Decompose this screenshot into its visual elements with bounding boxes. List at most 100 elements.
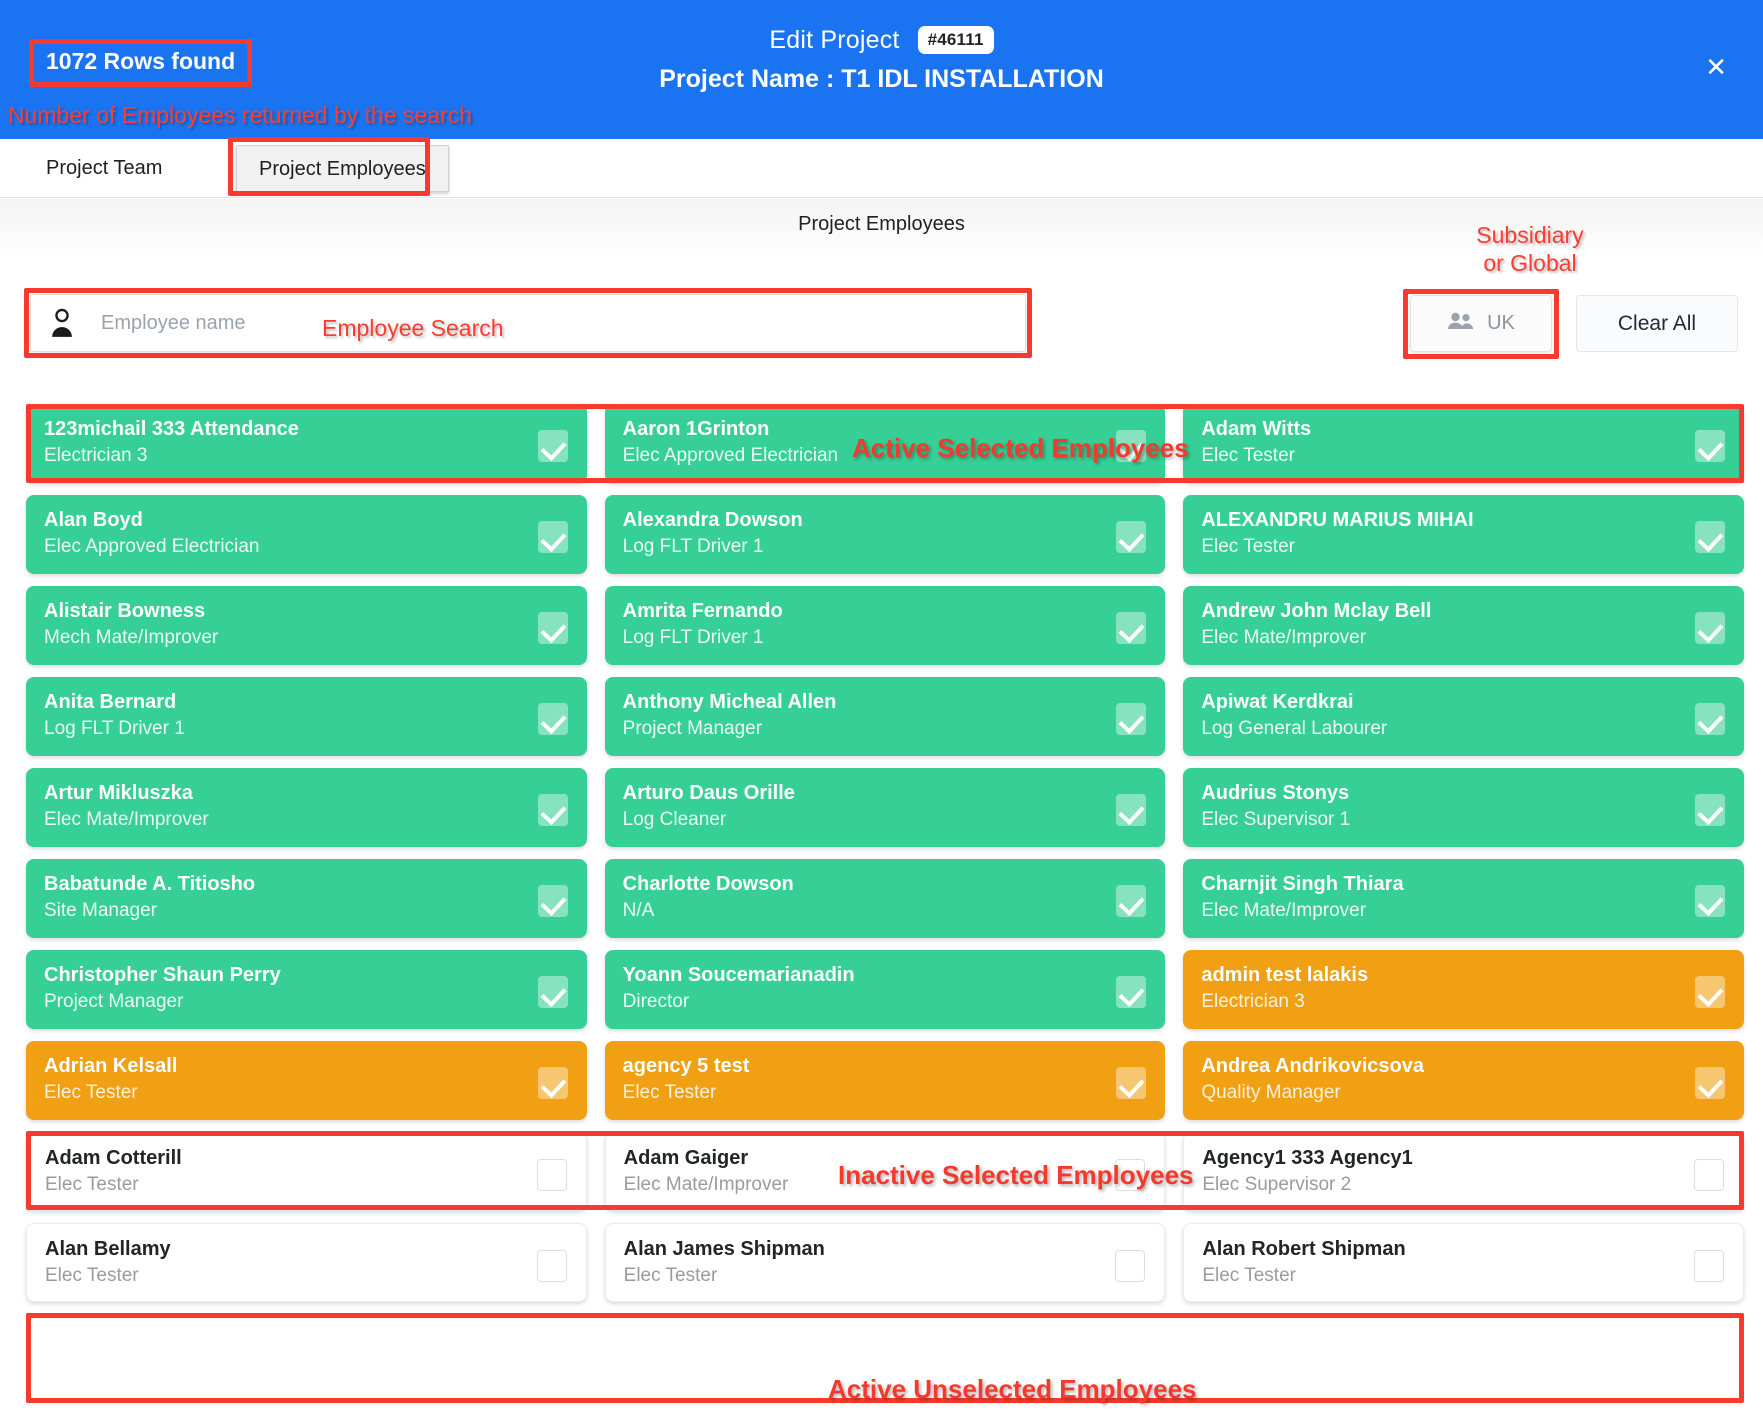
employee-card[interactable]: Alan Robert Shipman Elec Tester bbox=[1183, 1223, 1744, 1302]
employee-checkbox-checked[interactable] bbox=[537, 1067, 568, 1099]
employee-card[interactable]: Charlotte Dowson N/A bbox=[604, 859, 1166, 938]
employee-card[interactable]: Alan Bellamy Elec Tester bbox=[26, 1223, 587, 1302]
employee-card[interactable]: Adam Witts Elec Tester bbox=[1183, 404, 1744, 483]
employee-card[interactable]: Adrian Kelsall Elec Tester bbox=[26, 1041, 587, 1120]
employee-name: Arturo Daus Orille bbox=[622, 782, 795, 804]
person-icon bbox=[49, 308, 75, 338]
employee-card[interactable]: Audrius Stonys Elec Supervisor 1 bbox=[1183, 768, 1744, 847]
employee-role: N/A bbox=[622, 900, 655, 921]
employee-name: 123michail 333 Attendance bbox=[44, 418, 299, 440]
employee-checkbox-checked[interactable] bbox=[537, 521, 568, 553]
annotation-label-active-unselected: Active Unselected Employees bbox=[828, 1374, 1197, 1404]
employee-checkbox-checked[interactable] bbox=[1116, 521, 1147, 553]
subsidiary-button[interactable]: UK bbox=[1410, 295, 1552, 352]
employee-name: Charnjit Singh Thiara bbox=[1201, 873, 1404, 895]
employee-checkbox-checked[interactable] bbox=[1116, 885, 1147, 917]
tab-project-employees[interactable]: Project Employees bbox=[236, 145, 449, 192]
employee-card[interactable]: Anthony Micheal Allen Project Manager bbox=[604, 677, 1166, 756]
employee-checkbox-checked[interactable] bbox=[1695, 1067, 1725, 1099]
employee-checkbox-unchecked[interactable] bbox=[1694, 1250, 1724, 1282]
employee-role: Elec Mate/Improver bbox=[1201, 627, 1367, 648]
employee-checkbox-checked[interactable] bbox=[1116, 430, 1147, 462]
employee-role: Log FLT Driver 1 bbox=[44, 718, 185, 739]
employee-card[interactable]: Aaron 1Grinton Elec Approved Electrician bbox=[604, 404, 1166, 483]
employee-card[interactable]: Anita Bernard Log FLT Driver 1 bbox=[26, 677, 587, 756]
employee-checkbox-checked[interactable] bbox=[1116, 976, 1147, 1008]
employee-checkbox-checked[interactable] bbox=[537, 703, 568, 735]
employee-card[interactable]: 123michail 333 Attendance Electrician 3 bbox=[26, 404, 587, 483]
employee-checkbox-unchecked[interactable] bbox=[1115, 1250, 1146, 1282]
employee-name: Apiwat Kerdkrai bbox=[1201, 691, 1354, 713]
employee-card[interactable]: Charnjit Singh Thiara Elec Mate/Improver bbox=[1183, 859, 1744, 938]
rows-found-wrap: 1072 Rows found bbox=[28, 39, 253, 87]
employee-checkbox-checked[interactable] bbox=[537, 976, 568, 1008]
employee-card[interactable]: Apiwat Kerdkrai Log General Labourer bbox=[1183, 677, 1744, 756]
employee-card[interactable]: Adam Cotterill Elec Tester bbox=[26, 1132, 587, 1211]
clear-all-button[interactable]: Clear All bbox=[1576, 295, 1738, 352]
employee-role: Elec Tester bbox=[1201, 536, 1295, 557]
annotation-box-active-unselected bbox=[26, 1313, 1744, 1403]
employee-checkbox-checked[interactable] bbox=[1695, 703, 1725, 735]
employee-checkbox-checked[interactable] bbox=[1116, 612, 1147, 644]
employee-card[interactable]: Alan Boyd Elec Approved Electrician bbox=[26, 495, 587, 574]
employee-checkbox-checked[interactable] bbox=[537, 612, 568, 644]
employee-checkbox-checked[interactable] bbox=[1695, 794, 1725, 826]
employee-card[interactable]: Adam Gaiger Elec Mate/Improver bbox=[604, 1132, 1166, 1211]
employee-grid: 123michail 333 Attendance Electrician 3 Aa… bbox=[26, 404, 1744, 1302]
employee-role: Elec Tester bbox=[623, 1265, 718, 1286]
search-input[interactable] bbox=[99, 295, 1007, 351]
tab-project-team[interactable]: Project Team bbox=[24, 145, 184, 192]
employee-name: Adam Witts bbox=[1201, 418, 1312, 440]
employee-role: Elec Approved Electrician bbox=[44, 536, 260, 557]
employee-card[interactable]: agency 5 test Elec Tester bbox=[604, 1041, 1166, 1120]
people-icon bbox=[1447, 312, 1475, 336]
employee-search-box[interactable] bbox=[30, 294, 1026, 352]
project-name: Project Name : T1 IDL INSTALLATION bbox=[659, 65, 1104, 93]
employee-role: Elec Tester bbox=[45, 1174, 139, 1195]
employee-checkbox-checked[interactable] bbox=[537, 430, 568, 462]
close-icon[interactable]: ✕ bbox=[1705, 54, 1727, 80]
employee-checkbox-unchecked[interactable] bbox=[1694, 1159, 1724, 1191]
employee-role: Log FLT Driver 1 bbox=[622, 627, 764, 648]
employee-card[interactable]: Alan James Shipman Elec Tester bbox=[604, 1223, 1166, 1302]
employee-name: ALEXANDRU MARIUS MIHAI bbox=[1201, 509, 1474, 531]
employee-card[interactable]: Amrita Fernando Log FLT Driver 1 bbox=[604, 586, 1166, 665]
employee-checkbox-checked[interactable] bbox=[1695, 430, 1725, 462]
employee-checkbox-checked[interactable] bbox=[1116, 1067, 1147, 1099]
employee-role: Elec Mate/Improver bbox=[44, 809, 209, 830]
employee-card[interactable]: admin test lalakis Electrician 3 bbox=[1183, 950, 1744, 1029]
employee-checkbox-checked[interactable] bbox=[1116, 794, 1147, 826]
employee-checkbox-unchecked[interactable] bbox=[536, 1159, 567, 1191]
employee-name: Yoann Soucemarianadin bbox=[622, 964, 855, 986]
employee-card[interactable]: Andrew John Mclay Bell Elec Mate/Improver bbox=[1183, 586, 1744, 665]
employee-checkbox-checked[interactable] bbox=[1695, 976, 1725, 1008]
employee-card[interactable]: Yoann Soucemarianadin Director bbox=[604, 950, 1166, 1029]
dialog-title-block: Edit Project #46111 Project Name : T1 IDL… bbox=[0, 26, 1763, 94]
employee-role: Elec Approved Electrician bbox=[622, 445, 839, 466]
employee-name: Christopher Shaun Perry bbox=[44, 964, 281, 986]
employee-role: Log Cleaner bbox=[622, 809, 727, 830]
employee-card[interactable]: Artur Mikluszka Elec Mate/Improver bbox=[26, 768, 587, 847]
employee-checkbox-checked[interactable] bbox=[1116, 703, 1147, 735]
employee-card[interactable]: Andrea Andrikovicsova Quality Manager bbox=[1183, 1041, 1744, 1120]
employee-checkbox-checked[interactable] bbox=[1695, 885, 1725, 917]
employee-card[interactable]: Alistair Bowness Mech Mate/Improver bbox=[26, 586, 587, 665]
employee-card[interactable]: Babatunde A. Titiosho Site Manager bbox=[26, 859, 587, 938]
dialog-title-line: Edit Project #46111 bbox=[0, 26, 1763, 55]
employee-card[interactable]: Christopher Shaun Perry Project Manager bbox=[26, 950, 587, 1029]
employee-card[interactable]: Agency1 333 Agency1 Elec Supervisor 2 bbox=[1183, 1132, 1744, 1211]
employee-checkbox-checked[interactable] bbox=[1695, 612, 1725, 644]
employee-card[interactable]: Arturo Daus Orille Log Cleaner bbox=[604, 768, 1166, 847]
employee-checkbox-checked[interactable] bbox=[1695, 521, 1725, 553]
employee-card[interactable]: ALEXANDRU MARIUS MIHAI Elec Tester bbox=[1183, 495, 1744, 574]
employee-role: Elec Supervisor 2 bbox=[1202, 1174, 1352, 1195]
employee-card[interactable]: Alexandra Dowson Log FLT Driver 1 bbox=[604, 495, 1166, 574]
employee-checkbox-checked[interactable] bbox=[537, 885, 568, 917]
employee-name: Adam Cotterill bbox=[45, 1147, 182, 1169]
employee-name: Audrius Stonys bbox=[1201, 782, 1350, 804]
employee-role: Quality Manager bbox=[1201, 1082, 1341, 1103]
employee-checkbox-unchecked[interactable] bbox=[536, 1250, 567, 1282]
employee-checkbox-checked[interactable] bbox=[537, 794, 568, 826]
employee-role: Director bbox=[622, 991, 690, 1012]
employee-checkbox-unchecked[interactable] bbox=[1115, 1159, 1146, 1191]
